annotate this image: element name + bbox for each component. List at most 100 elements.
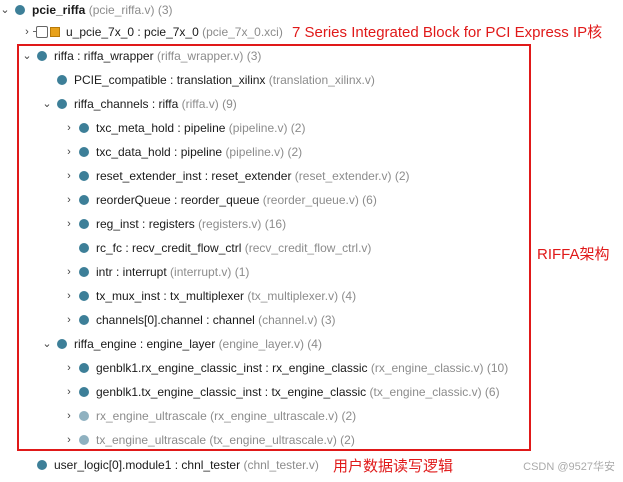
node-name: riffa : riffa_wrapper <box>54 49 154 63</box>
node-file: (pipeline.v) (2) <box>228 121 306 135</box>
tree-node-reorder-queue[interactable]: › reorderQueue : reorder_queue (reorder_… <box>64 190 377 210</box>
module-icon <box>79 147 89 157</box>
node-file: (channel.v) (3) <box>258 313 336 327</box>
node-name: riffa_engine : engine_layer <box>74 337 216 351</box>
tree-node-intr[interactable]: › intr : interrupt (interrupt.v) (1) <box>64 262 249 282</box>
tree-node-ip-core[interactable]: › u_pcie_7x_0 : pcie_7x_0 (pcie_7x_0.xci… <box>22 22 283 42</box>
node-file: (tx_multiplexer.v) (4) <box>247 289 357 303</box>
tree-node-riffa[interactable]: ⌄ riffa : riffa_wrapper (riffa_wrapper.v… <box>22 46 261 66</box>
module-icon <box>79 267 89 277</box>
tree-node-rx-engine-ultrascale[interactable]: › rx_engine_ultrascale (rx_engine_ultras… <box>64 406 356 426</box>
node-file: (riffa.v) (9) <box>181 97 237 111</box>
chevron-right-icon[interactable]: › <box>64 361 74 375</box>
node-name: reorderQueue : reorder_queue <box>96 193 260 207</box>
node-file: (tx_engine_classic.v) (6) <box>369 385 500 399</box>
node-file: (interrupt.v) (1) <box>170 265 250 279</box>
module-icon <box>79 291 89 301</box>
node-name: txc_meta_hold : pipeline <box>96 121 226 135</box>
chevron-right-icon[interactable]: › <box>64 433 74 447</box>
chevron-right-icon[interactable]: › <box>64 409 74 423</box>
node-name: tx_mux_inst : tx_multiplexer <box>96 289 245 303</box>
chevron-down-icon[interactable]: ⌄ <box>42 97 52 111</box>
tree-node-tx-mux[interactable]: › tx_mux_inst : tx_multiplexer (tx_multi… <box>64 286 356 306</box>
node-name: pcie_riffa <box>32 3 86 17</box>
node-name: rc_fc : recv_credit_flow_ctrl <box>96 241 242 255</box>
node-name: tx_engine_ultrascale <box>96 433 207 447</box>
module-icon <box>79 195 89 205</box>
node-name: user_logic[0].module1 : chnl_tester <box>54 458 241 472</box>
chevron-right-icon[interactable]: › <box>64 313 74 327</box>
node-file: (pcie_riffa.v) (3) <box>88 3 173 17</box>
module-icon <box>79 363 89 373</box>
module-icon <box>79 315 89 325</box>
tree-node-tx-engine-classic[interactable]: › genblk1.tx_engine_classic_inst : tx_en… <box>64 382 500 402</box>
annotation-user-logic: 用户数据读写逻辑 <box>333 458 454 475</box>
module-icon <box>37 460 47 470</box>
node-name: genblk1.tx_engine_classic_inst : tx_engi… <box>96 385 367 399</box>
module-icon <box>79 435 89 445</box>
node-file: (reset_extender.v) (2) <box>294 169 410 183</box>
node-file: (pipeline.v) (2) <box>225 145 303 159</box>
module-icon <box>79 171 89 181</box>
tree-node-rx-engine-classic[interactable]: › genblk1.rx_engine_classic_inst : rx_en… <box>64 358 508 378</box>
node-name: reg_inst : registers <box>96 217 195 231</box>
module-icon <box>79 387 89 397</box>
node-file: (registers.v) (16) <box>198 217 287 231</box>
chevron-right-icon[interactable]: › <box>64 169 74 183</box>
node-file: (tx_engine_ultrascale.v) (2) <box>209 433 355 447</box>
node-file: (pcie_7x_0.xci) <box>202 25 283 39</box>
node-name: txc_data_hold : pipeline <box>96 145 223 159</box>
node-file: (rx_engine_classic.v) (10) <box>370 361 509 375</box>
tree-node-tx-engine-ultrascale[interactable]: › tx_engine_ultrascale (tx_engine_ultras… <box>64 430 355 450</box>
node-name: genblk1.rx_engine_classic_inst : rx_engi… <box>96 361 368 375</box>
node-name: PCIE_compatible : translation_xilinx <box>74 73 266 87</box>
node-name: riffa_channels : riffa <box>74 97 179 111</box>
tree-node-root[interactable]: ⌄ pcie_riffa (pcie_riffa.v) (3) <box>0 0 173 20</box>
node-file: (riffa_wrapper.v) (3) <box>156 49 262 63</box>
tree-node-pcie-compatible[interactable]: PCIE_compatible : translation_xilinx (tr… <box>52 70 375 90</box>
node-name: intr : interrupt <box>96 265 167 279</box>
tree-node-user-logic[interactable]: user_logic[0].module1 : chnl_tester (chn… <box>32 455 319 475</box>
node-name: reset_extender_inst : reset_extender <box>96 169 292 183</box>
chevron-down-icon[interactable]: ⌄ <box>22 49 32 63</box>
tree-node-reset-extender[interactable]: › reset_extender_inst : reset_extender (… <box>64 166 410 186</box>
node-file: (translation_xilinx.v) <box>268 73 375 87</box>
chevron-right-icon[interactable]: › <box>64 385 74 399</box>
tree-node-txc-data-hold[interactable]: › txc_data_hold : pipeline (pipeline.v) … <box>64 142 302 162</box>
module-icon <box>79 219 89 229</box>
tree-node-rc-fc[interactable]: rc_fc : recv_credit_flow_ctrl (recv_cred… <box>74 238 371 258</box>
node-name: channels[0].channel : channel <box>96 313 255 327</box>
tree-node-riffa-engine[interactable]: ⌄ riffa_engine : engine_layer (engine_la… <box>42 334 322 354</box>
module-icon <box>79 411 89 421</box>
chevron-right-icon[interactable]: › <box>64 193 74 207</box>
node-file: (engine_layer.v) (4) <box>218 337 322 351</box>
tree-node-reg-inst[interactable]: › reg_inst : registers (registers.v) (16… <box>64 214 286 234</box>
annotation-ip-core: 7 Series Integrated Block for PCI Expres… <box>292 24 603 41</box>
annotation-riffa: RIFFA架构 <box>537 246 610 263</box>
node-file: (reorder_queue.v) (6) <box>262 193 377 207</box>
chevron-right-icon[interactable]: › <box>64 121 74 135</box>
tree-node-txc-meta-hold[interactable]: › txc_meta_hold : pipeline (pipeline.v) … <box>64 118 305 138</box>
node-name: u_pcie_7x_0 : pcie_7x_0 <box>66 25 199 39</box>
watermark: CSDN @9527华安 <box>523 461 615 473</box>
node-file: (rx_engine_ultrascale.v) (2) <box>210 409 357 423</box>
node-file: (recv_credit_flow_ctrl.v) <box>244 241 372 255</box>
chevron-down-icon[interactable]: ⌄ <box>42 337 52 351</box>
module-icon <box>79 123 89 133</box>
chevron-right-icon[interactable]: › <box>64 217 74 231</box>
node-file: (chnl_tester.v) <box>243 458 319 472</box>
module-icon <box>79 243 89 253</box>
node-name: rx_engine_ultrascale <box>96 409 207 423</box>
tree-node-riffa-channels[interactable]: ⌄ riffa_channels : riffa (riffa.v) (9) <box>42 94 237 114</box>
module-icon <box>57 99 67 109</box>
tree-node-channel[interactable]: › channels[0].channel : channel (channel… <box>64 310 336 330</box>
chevron-down-icon[interactable]: ⌄ <box>0 3 10 17</box>
chevron-right-icon[interactable]: › <box>64 265 74 279</box>
module-icon <box>15 5 25 15</box>
ip-core-icon <box>33 26 60 38</box>
module-icon <box>57 339 67 349</box>
chevron-right-icon[interactable]: › <box>64 289 74 303</box>
chevron-right-icon[interactable]: › <box>64 145 74 159</box>
chevron-right-icon[interactable]: › <box>22 25 32 39</box>
module-icon <box>57 75 67 85</box>
